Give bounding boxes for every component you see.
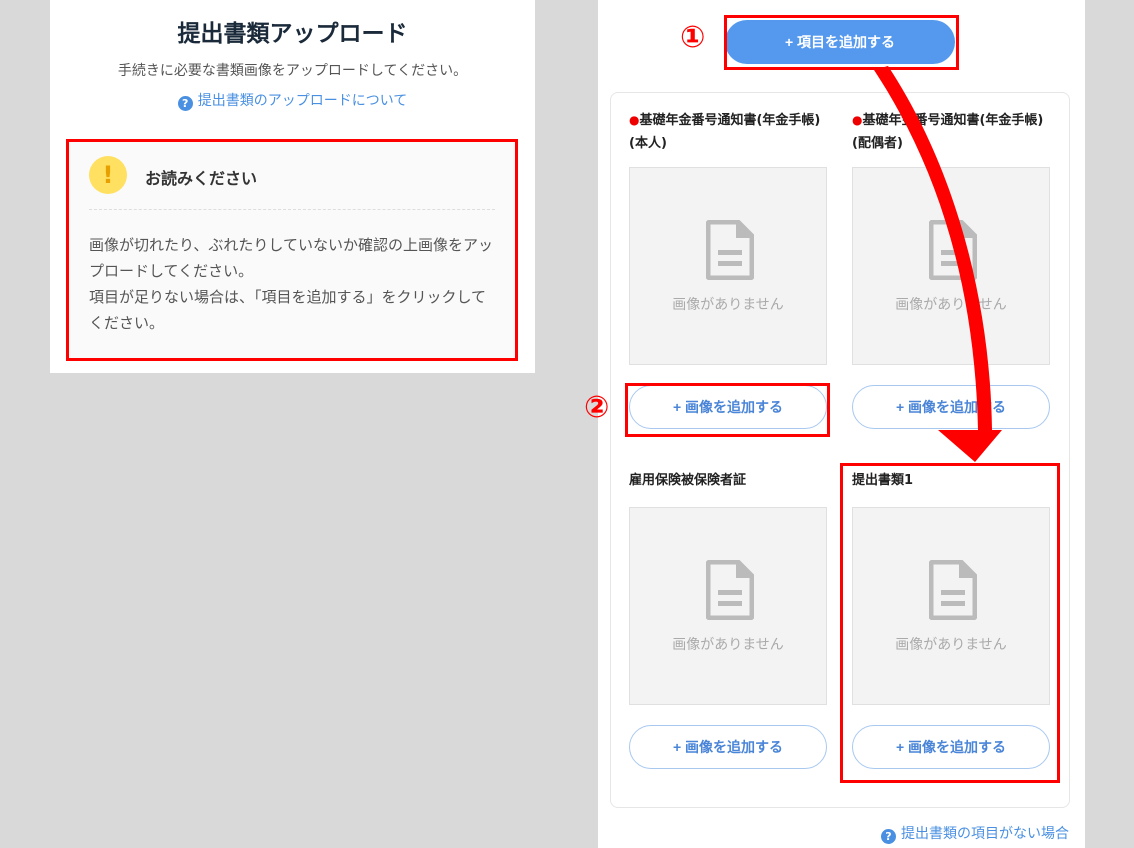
page-subtitle: 手続きに必要な書類画像をアップロードしてください。 xyxy=(117,63,468,79)
question-icon: ? xyxy=(881,829,896,844)
image-placeholder: 画像がありません xyxy=(852,167,1050,365)
help-link-label: 提出書類のアップロードについて xyxy=(197,93,408,109)
highlight-add-image xyxy=(625,383,830,437)
document-icon xyxy=(706,220,754,280)
notice-text-2: 項目が足りない場合は、「項目を追加する」をクリックしてください。 xyxy=(89,288,487,332)
notice-box: ! お読みください 画像が切れたり、ぶれたりしていないか確認の上画像をアップロー… xyxy=(66,139,518,361)
help-link[interactable]: ? 提出書類のアップロードについて xyxy=(50,90,535,111)
divider xyxy=(89,209,495,210)
placeholder-text: 画像がありません xyxy=(672,637,784,653)
exclamation-icon: ! xyxy=(89,156,127,194)
question-icon: ? xyxy=(177,96,193,111)
document-icon xyxy=(929,220,977,280)
image-placeholder: 画像がありません xyxy=(629,507,827,705)
item-label: 雇用保険被保険者証 xyxy=(629,473,747,488)
highlight-new-item xyxy=(840,463,1060,783)
document-icon xyxy=(706,560,754,620)
placeholder-text: 画像がありません xyxy=(672,297,784,313)
highlight-add-item xyxy=(724,15,959,70)
image-placeholder: 画像がありません xyxy=(629,167,827,365)
item-label: ●基礎年金番号通知書(年金手帳)(配偶者) xyxy=(852,113,1044,151)
placeholder-text: 画像がありません xyxy=(895,297,1007,313)
upload-item: ●基礎年金番号通知書(年金手帳)(本人) 画像がありません + 画像を追加する xyxy=(629,109,827,429)
notice-title: お読みください xyxy=(145,169,258,188)
add-image-button[interactable]: + 画像を追加する xyxy=(852,385,1050,429)
footer-link-label: 提出書類の項目がない場合 xyxy=(901,826,1069,842)
no-item-help-link[interactable]: ? 提出書類の項目がない場合 xyxy=(881,823,1069,844)
upload-item: 雇用保険被保険者証 画像がありません + 画像を追加する xyxy=(629,469,827,769)
page-title: 提出書類アップロード xyxy=(177,21,408,47)
notice-text-1: 画像が切れたり、ぶれたりしていないか確認の上画像をアップロードしてください。 xyxy=(89,236,493,280)
required-dot-icon: ● xyxy=(852,113,863,127)
step-1-marker: ① xyxy=(680,20,706,55)
upload-item: ●基礎年金番号通知書(年金手帳)(配偶者) 画像がありません + 画像を追加する xyxy=(852,109,1050,429)
required-dot-icon: ● xyxy=(629,113,640,127)
item-label: ●基礎年金番号通知書(年金手帳)(本人) xyxy=(629,113,821,151)
notice-body: 画像が切れたり、ぶれたりしていないか確認の上画像をアップロードしてください。 項… xyxy=(89,232,499,336)
upload-intro-panel: 提出書類アップロード 手続きに必要な書類画像をアップロードしてください。 ? 提出… xyxy=(50,0,535,373)
step-2-marker: ② xyxy=(584,390,610,425)
add-image-button[interactable]: + 画像を追加する xyxy=(629,725,827,769)
